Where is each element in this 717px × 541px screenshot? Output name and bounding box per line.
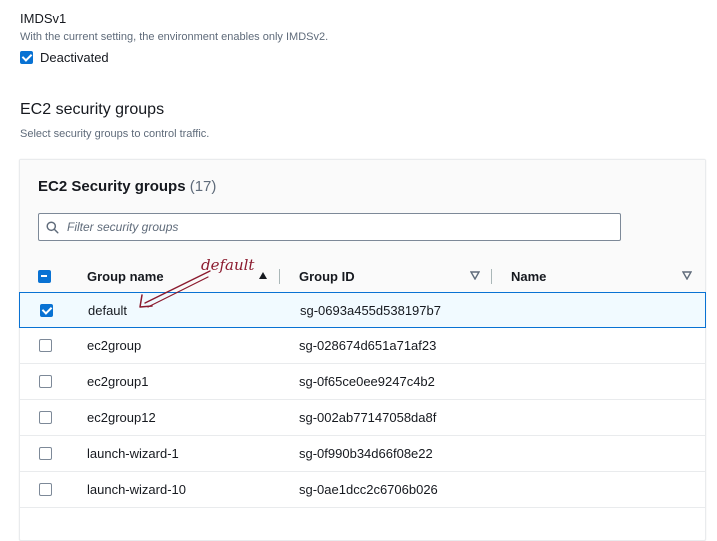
table-count: (17): [189, 178, 217, 195]
filter-security-groups-input[interactable]: [65, 219, 589, 235]
group-name-cell: default: [88, 302, 128, 318]
group-name-cell: ec2group: [87, 337, 142, 353]
column-header-group-id[interactable]: Group ID: [299, 260, 489, 292]
column-separator[interactable]: [279, 269, 280, 284]
row-checkbox[interactable]: [39, 375, 52, 388]
group-name-cell: launch-wizard-1: [87, 445, 179, 461]
imdsv1-deactivated-checkbox[interactable]: [20, 51, 33, 64]
imdsv1-title: IMDSv1: [20, 11, 67, 26]
column-header-name[interactable]: Name: [511, 260, 696, 292]
table-row[interactable]: ec2group sg-028674d651a71af23: [20, 328, 705, 364]
column-header-group-id-label: Group ID: [299, 268, 355, 284]
caret-down-icon[interactable]: [470, 271, 480, 280]
group-name-cell: ec2group12: [87, 409, 156, 425]
imdsv1-deactivated-option[interactable]: Deactivated: [20, 50, 109, 65]
group-id-cell: sg-0ae1dcc2c6706b026: [299, 481, 438, 497]
caret-up-icon[interactable]: [258, 271, 268, 280]
row-checkbox[interactable]: [39, 339, 52, 352]
row-checkbox[interactable]: [39, 447, 52, 460]
hand-drawn-arrow-icon: [139, 270, 211, 308]
security-groups-description: Select security groups to control traffi…: [20, 128, 210, 140]
search-icon: [46, 220, 59, 234]
filter-security-groups-box[interactable]: [38, 213, 621, 241]
table-column-headers: Group name Group ID Name: [20, 260, 705, 293]
row-checkbox[interactable]: [40, 304, 53, 317]
row-checkbox[interactable]: [39, 411, 52, 424]
caret-down-icon[interactable]: [682, 271, 692, 280]
table-title: EC2 Security groups (17): [38, 178, 216, 195]
table-header-area: EC2 Security groups (17): [20, 160, 705, 260]
table-title-text: EC2 Security groups: [38, 178, 186, 195]
select-all-checkbox[interactable]: [38, 269, 51, 283]
security-groups-heading: EC2 security groups: [20, 101, 165, 118]
security-groups-table-panel: EC2 Security groups (17) Group name Grou…: [19, 159, 706, 541]
table-row[interactable]: ec2group12 sg-002ab77147058da8f: [20, 400, 705, 436]
imdsv1-deactivated-label[interactable]: Deactivated: [40, 50, 109, 65]
group-id-cell: sg-0693a455d538197b7: [300, 302, 441, 318]
table-row[interactable]: launch-wizard-1 sg-0f990b34d66f08e22: [20, 436, 705, 472]
group-id-cell: sg-0f990b34d66f08e22: [299, 445, 433, 461]
group-id-cell: sg-028674d651a71af23: [299, 337, 437, 353]
imdsv1-description: With the current setting, the environmen…: [20, 31, 329, 43]
table-row[interactable]: default sg-0693a455d538197b7: [19, 292, 706, 328]
row-checkbox[interactable]: [39, 483, 52, 496]
table-row[interactable]: launch-wizard-10 sg-0ae1dcc2c6706b026: [20, 472, 705, 508]
select-all-cell[interactable]: [38, 260, 51, 292]
table-row[interactable]: ec2group1 sg-0f65ce0ee9247c4b2: [20, 364, 705, 400]
group-id-cell: sg-0f65ce0ee9247c4b2: [299, 373, 435, 389]
column-header-name-label: Name: [511, 268, 547, 284]
group-name-cell: launch-wizard-10: [87, 481, 186, 497]
group-name-cell: ec2group1: [87, 373, 149, 389]
column-separator[interactable]: [491, 269, 492, 284]
group-id-cell: sg-002ab77147058da8f: [299, 409, 437, 425]
